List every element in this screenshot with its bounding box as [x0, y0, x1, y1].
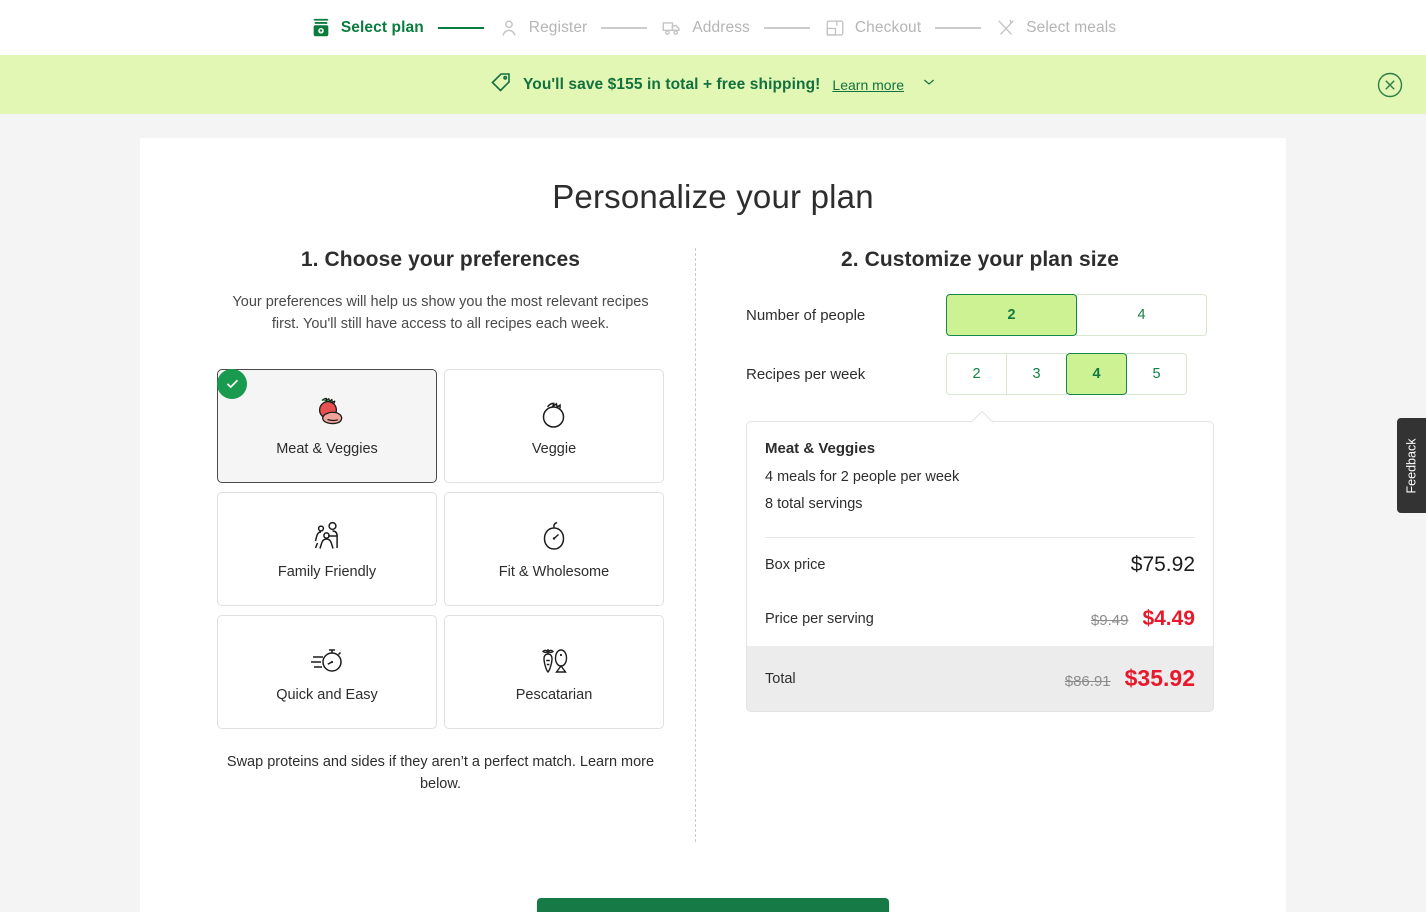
- preferences-grid: Meat & Veggies Veggie Family Friendly Fi…: [212, 368, 669, 729]
- user-icon: [498, 17, 520, 39]
- tomato-and-meat-icon: [307, 394, 347, 434]
- promo-banner: You'll save $155 in total + free shippin…: [0, 55, 1426, 114]
- cutlery-icon: [995, 17, 1017, 39]
- preference-label: Meat & Veggies: [276, 441, 378, 457]
- preference-label: Fit & Wholesome: [498, 564, 610, 580]
- delivery-truck-icon: [661, 17, 683, 39]
- preference-label: Quick and Easy: [276, 687, 378, 703]
- price-row-total: Total $86.91 $35.92: [747, 646, 1213, 711]
- family-icon: [307, 517, 347, 557]
- recipes-option-3[interactable]: 3: [1006, 353, 1067, 395]
- preferences-description: Your preferences will help us show you t…: [232, 294, 649, 332]
- price-tag-icon: [489, 70, 513, 99]
- stepper-connector: [601, 26, 648, 29]
- apple-icon: [534, 517, 574, 557]
- price-discounted-value: $4.49: [1142, 607, 1195, 630]
- checkout-stepper: Select plan Register Address Checkout Se…: [0, 0, 1426, 55]
- preference-label: Veggie: [531, 441, 577, 457]
- check-icon: [217, 368, 247, 399]
- plan-size-column: 2. Customize your plan size Number of pe…: [696, 248, 1214, 842]
- price-label: Total: [765, 670, 796, 687]
- preference-label: Pescatarian: [515, 687, 593, 703]
- price-label: Price per serving: [765, 611, 874, 627]
- recipes-option-5[interactable]: 5: [1126, 353, 1187, 395]
- price-row-price-per-serving: Price per serving $9.49 $4.49: [747, 592, 1213, 646]
- stepper-step-checkout[interactable]: Checkout: [824, 17, 921, 39]
- stepper-step-select-meals[interactable]: Select meals: [995, 17, 1116, 39]
- preference-card-family-friendly[interactable]: Family Friendly: [217, 491, 437, 606]
- close-circle-icon[interactable]: [1377, 72, 1403, 98]
- page-body: Personalize your plan 1. Choose your pre…: [0, 114, 1426, 912]
- number-of-people-row: Number of people 2 4: [746, 294, 1214, 336]
- plan-summary-card: Meat & Veggies 4 meals for 2 people per …: [746, 410, 1214, 712]
- stepper-step-select-plan[interactable]: Select plan: [310, 17, 424, 39]
- preference-card-meat-and-veggies[interactable]: Meat & Veggies: [217, 368, 437, 483]
- preference-card-fit-and-wholesome[interactable]: Fit & Wholesome: [444, 491, 664, 606]
- preference-card-veggie[interactable]: Veggie: [444, 368, 664, 483]
- preference-label: Family Friendly: [277, 564, 377, 580]
- chevron-down-icon[interactable]: [921, 74, 937, 95]
- feedback-tab[interactable]: Feedback: [1397, 418, 1426, 513]
- stepper-label-select-plan: Select plan: [340, 18, 424, 36]
- stepper-connector: [935, 26, 982, 29]
- recipes-option-4[interactable]: 4: [1066, 353, 1127, 395]
- stepper-step-register[interactable]: Register: [498, 17, 588, 39]
- select-this-plan-button[interactable]: Select this plan: [537, 898, 889, 912]
- plan-columns: 1. Choose your preferences Your preferen…: [140, 248, 1286, 842]
- recipes-option-2[interactable]: 2: [946, 353, 1007, 395]
- price-original-value: $9.49: [1090, 612, 1129, 629]
- stopwatch-icon: [307, 640, 347, 680]
- price-label: Box price: [765, 557, 826, 573]
- stepper-label-select-meals: Select meals: [1026, 18, 1117, 36]
- page-title: Personalize your plan: [552, 178, 874, 215]
- number-of-people-label: Number of people: [746, 306, 866, 324]
- preference-card-pescatarian[interactable]: Pescatarian: [444, 614, 664, 729]
- recipes-per-week-label: Recipes per week: [746, 365, 866, 383]
- plan-card: Personalize your plan 1. Choose your pre…: [140, 138, 1286, 912]
- feedback-label: Feedback: [1404, 438, 1419, 493]
- summary-servings-line: 8 total servings: [765, 496, 863, 512]
- tomato-icon: [534, 394, 574, 434]
- plan-size-heading: 2. Customize your plan size: [840, 248, 1120, 271]
- price-original-value: $86.91: [1064, 673, 1111, 690]
- meal-box-icon: [310, 17, 332, 39]
- promo-banner-text: You'll save $155 in total + free shippin…: [522, 75, 821, 93]
- preference-card-quick-and-easy[interactable]: Quick and Easy: [217, 614, 437, 729]
- recipes-per-week-row: Recipes per week 2 3 4 5: [746, 353, 1214, 395]
- stepper-connector: [437, 26, 484, 29]
- summary-plan-name: Meat & Veggies: [765, 440, 876, 457]
- carrot-and-fish-icon: [534, 640, 574, 680]
- price-value: $75.92: [1130, 553, 1195, 576]
- preferences-column: 1. Choose your preferences Your preferen…: [212, 248, 695, 842]
- promo-learn-more-link[interactable]: Learn more: [832, 77, 904, 93]
- preferences-heading: 1. Choose your preferences: [300, 248, 581, 271]
- stepper-step-address[interactable]: Address: [661, 17, 750, 39]
- price-discounted-value: $35.92: [1124, 665, 1195, 691]
- people-option-2[interactable]: 2: [946, 294, 1077, 336]
- price-row-box-price: Box price $75.92: [747, 538, 1213, 592]
- people-option-4[interactable]: 4: [1076, 294, 1207, 336]
- stepper-connector: [763, 26, 810, 29]
- summary-meals-line: 4 meals for 2 people per week: [765, 469, 960, 485]
- wallet-icon: [824, 17, 846, 39]
- stepper-label-register: Register: [528, 18, 588, 36]
- preferences-footnote: Swap proteins and sides if they aren’t a…: [226, 753, 655, 792]
- stepper-label-address: Address: [692, 18, 750, 36]
- stepper-label-checkout: Checkout: [854, 18, 922, 36]
- number-of-people-segmented-control: 2 4: [946, 294, 1207, 336]
- recipes-per-week-segmented-control: 2 3 4 5: [946, 353, 1187, 395]
